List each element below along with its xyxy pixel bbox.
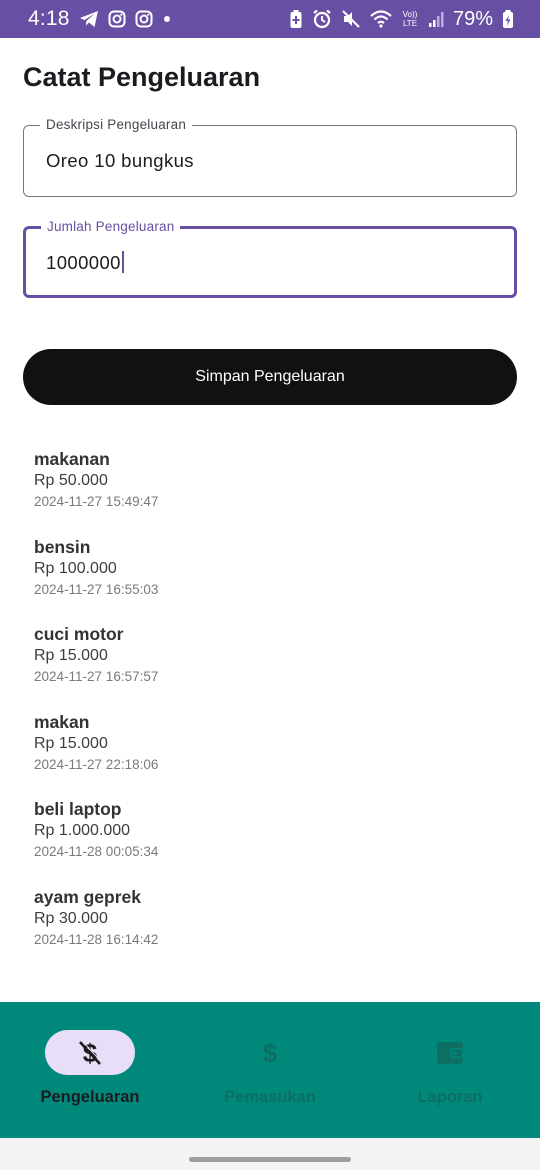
list-item-partial[interactable]: ​ — [0, 965, 540, 980]
list-item[interactable]: makanan Rp 50.000 2024-11-27 15:49:47 — [0, 440, 540, 528]
nav-indicator — [405, 1030, 495, 1075]
volte-icon: Vo)) LTE — [401, 9, 419, 29]
expense-amount: Rp 1.000.000 — [34, 822, 131, 839]
wallet-icon — [436, 1040, 464, 1066]
list-item[interactable]: bensin Rp 100.000 2024-11-27 16:55:03 — [0, 528, 540, 616]
list-item[interactable]: ayam geprek Rp 30.000 2024-11-28 16:14:4… — [0, 878, 540, 966]
list-item[interactable]: beli laptop Rp 1.000.000 2024-11-28 00:0… — [0, 790, 540, 878]
expense-description: ayam geprek — [34, 886, 142, 907]
signal-icon — [428, 10, 444, 28]
nav-item-pengeluaran[interactable]: $ Pengeluaran — [0, 1002, 180, 1138]
expense-amount: Rp 100.000 — [34, 559, 117, 577]
expense-description: beli laptop — [34, 799, 122, 819]
nav-active-indicator: $ — [45, 1030, 135, 1075]
gesture-handle[interactable] — [189, 1157, 351, 1162]
expense-list[interactable]: makanan Rp 50.000 2024-11-27 15:49:47 be… — [0, 440, 540, 980]
expense-amount: Rp 15.000 — [34, 647, 108, 664]
expense-description: bensin — [34, 536, 91, 557]
amount-field-value: 1000000 — [46, 252, 121, 273]
nav-indicator: $ — [225, 1030, 315, 1075]
money-off-icon: $ — [77, 1039, 103, 1067]
system-gesture-area — [0, 1138, 540, 1170]
expense-timestamp: 2024-11-27 16:57:57 — [34, 669, 159, 684]
wifi-icon — [370, 10, 392, 28]
status-left-group: 4:18 — [28, 7, 172, 31]
amount-field-label: Jumlah Pengeluaran — [41, 219, 181, 234]
telegram-icon — [79, 10, 99, 28]
mute-icon — [341, 9, 361, 29]
status-bar: 4:18 Vo)) LTE 79% — [0, 0, 540, 38]
nav-label-pemasukan: Pemasukan — [224, 1088, 316, 1106]
battery-saver-icon — [289, 9, 303, 29]
amount-field[interactable]: Jumlah Pengeluaran 1000000 — [23, 219, 517, 298]
amount-field-value-wrapper: 1000000 — [46, 251, 125, 274]
description-field-value: Oreo 10 bungkus — [46, 150, 194, 171]
expense-timestamp: 2024-11-28 00:05:34 — [34, 844, 159, 859]
expense-description: cuci motor — [34, 624, 124, 644]
expense-description-cutoff: ​ — [34, 973, 540, 980]
dollar-icon: $ — [259, 1039, 281, 1067]
battery-charging-icon — [502, 9, 514, 29]
expense-description: makan — [34, 711, 90, 732]
description-field[interactable]: Deskripsi Pengeluaran Oreo 10 bungkus — [23, 117, 517, 197]
svg-text:Vo)): Vo)) — [403, 10, 418, 19]
expense-amount: Rp 50.000 — [34, 472, 108, 489]
page-title: Catat Pengeluaran — [23, 62, 261, 92]
battery-percent: 79% — [452, 7, 493, 30]
nav-label-laporan: Laporan — [417, 1088, 483, 1106]
description-field-label: Deskripsi Pengeluaran — [40, 117, 193, 132]
save-expense-button[interactable]: Simpan Pengeluaran — [23, 349, 517, 405]
list-item[interactable]: cuci motor Rp 15.000 2024-11-27 16:57:57 — [0, 615, 540, 703]
svg-text:$: $ — [263, 1039, 278, 1067]
alarm-icon — [312, 9, 332, 29]
expense-description: makanan — [34, 449, 110, 469]
expense-amount: Rp 15.000 — [34, 734, 108, 752]
text-cursor — [121, 251, 125, 273]
svg-text:LTE: LTE — [403, 19, 417, 28]
nav-item-pemasukan[interactable]: $ Pemasukan — [180, 1002, 360, 1138]
expense-timestamp: 2024-11-28 16:14:42 — [34, 931, 159, 947]
expense-timestamp: 2024-11-27 16:55:03 — [34, 581, 159, 597]
instagram-icon — [135, 10, 153, 28]
nav-item-laporan[interactable]: Laporan — [360, 1002, 540, 1138]
bottom-navigation: $ Pengeluaran $ Pemasukan — [0, 1002, 540, 1138]
status-time: 4:18 — [28, 7, 70, 30]
expense-timestamp: 2024-11-27 22:18:06 — [34, 756, 159, 772]
expense-amount: Rp 30.000 — [34, 909, 108, 927]
status-right-group: Vo)) LTE 79% — [289, 8, 514, 31]
expense-timestamp: 2024-11-27 15:49:47 — [34, 494, 159, 509]
dot-icon — [162, 14, 172, 24]
instagram-icon — [108, 10, 126, 28]
nav-label-pengeluaran: Pengeluaran — [40, 1088, 140, 1106]
list-item[interactable]: makan Rp 15.000 2024-11-27 22:18:06 — [0, 703, 540, 791]
